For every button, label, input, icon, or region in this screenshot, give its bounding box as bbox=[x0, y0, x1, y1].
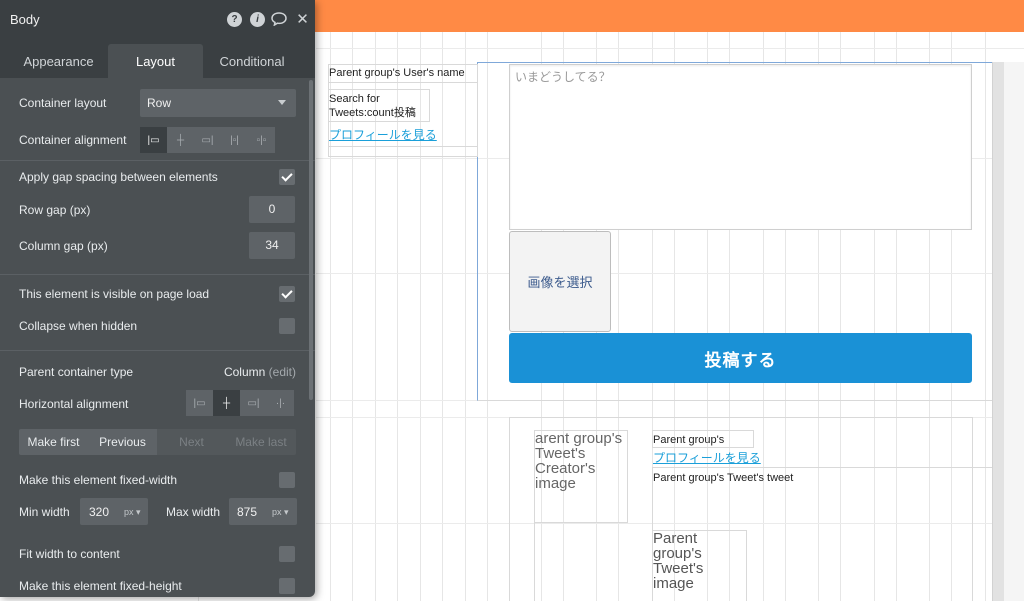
max-width-input[interactable]: 875 px ▾ bbox=[229, 498, 297, 525]
fit-width-checkbox[interactable] bbox=[279, 546, 295, 562]
horizontal-alignment-label: Horizontal alignment bbox=[19, 397, 129, 411]
tweet-input[interactable]: いまどうしてる？ bbox=[509, 64, 972, 230]
post-button-label: 投稿する bbox=[704, 350, 777, 370]
panel-scrollbar[interactable] bbox=[309, 80, 313, 400]
container-layout-dropdown[interactable]: Row bbox=[140, 89, 296, 117]
align-left-icon[interactable]: |▭ bbox=[140, 127, 167, 153]
column-gap-input[interactable]: 34 bbox=[249, 232, 295, 259]
min-width-value: 320 bbox=[89, 505, 110, 519]
panel-tabs: Appearance Layout Conditional bbox=[0, 38, 315, 78]
search-text-line2: Tweets:count投稿 bbox=[329, 107, 416, 119]
container-alignment-label: Container alignment bbox=[19, 133, 127, 147]
order-buttons-disabled: Next Make last bbox=[157, 429, 296, 455]
visible-on-load-checkbox[interactable] bbox=[279, 286, 295, 302]
min-width-input[interactable]: 320 px ▾ bbox=[80, 498, 148, 525]
collapse-hidden-checkbox[interactable] bbox=[279, 318, 295, 334]
post-button[interactable]: 投稿する bbox=[509, 333, 972, 383]
tweet-image-label: Parent group's Tweet's image bbox=[653, 530, 704, 592]
divider bbox=[534, 523, 535, 601]
user-name-text: Parent group's User's name bbox=[329, 67, 465, 79]
next-button[interactable]: Next bbox=[157, 435, 226, 449]
max-width-unit-select[interactable]: px ▾ bbox=[272, 507, 289, 518]
profile-link[interactable]: プロフィールを見る bbox=[329, 128, 437, 142]
divider bbox=[652, 467, 993, 468]
row-gap-input[interactable]: 0 bbox=[249, 196, 295, 223]
horizontal-alignment-control[interactable]: |▭ ┼ ▭| ·|· bbox=[186, 390, 294, 416]
parent-container-info: Column (edit) bbox=[224, 365, 296, 379]
chevron-down-icon bbox=[278, 100, 286, 105]
select-image-button[interactable]: 画像を選択 bbox=[509, 231, 611, 332]
section-divider bbox=[0, 274, 315, 275]
divider bbox=[328, 146, 478, 147]
halign-left-icon[interactable]: |▭ bbox=[186, 390, 213, 416]
section-divider bbox=[0, 350, 315, 351]
gap-spacing-checkbox[interactable] bbox=[279, 169, 295, 185]
max-width-unit: px bbox=[272, 507, 282, 517]
grid-line bbox=[316, 48, 1024, 49]
fit-width-label: Fit width to content bbox=[19, 547, 120, 561]
max-width-label: Max width bbox=[166, 505, 221, 519]
container-layout-label: Container layout bbox=[19, 96, 107, 110]
min-width-label: Min width bbox=[19, 505, 70, 519]
container-layout-value: Row bbox=[147, 96, 172, 110]
make-last-button[interactable]: Make last bbox=[226, 435, 296, 449]
align-right-icon[interactable]: ▭| bbox=[194, 127, 221, 153]
canvas-margin bbox=[1004, 62, 1024, 601]
tweet-text: Parent group's Tweet's tweet bbox=[653, 472, 794, 484]
comment-icon[interactable] bbox=[271, 12, 287, 27]
section-divider bbox=[0, 160, 315, 161]
info-icon[interactable]: i bbox=[250, 12, 265, 27]
panel-title: Body bbox=[10, 12, 40, 27]
container-alignment-control[interactable]: |▭ ┼ ▭| |▫| ▫|▫ bbox=[140, 127, 275, 153]
min-width-unit: px bbox=[124, 507, 134, 517]
help-icon[interactable]: ? bbox=[227, 12, 242, 27]
parent-container-value: Column bbox=[223, 365, 266, 379]
max-width-value: 875 bbox=[237, 505, 258, 519]
make-first-button[interactable]: Make first bbox=[19, 435, 88, 449]
row-gap-label: Row gap (px) bbox=[19, 203, 91, 217]
property-editor-panel[interactable]: Body ? i ✕ Appearance Layout Conditional… bbox=[0, 0, 315, 597]
fixed-height-label: Make this element fixed-height bbox=[19, 579, 182, 593]
divider bbox=[328, 82, 478, 83]
tab-conditional[interactable]: Conditional bbox=[204, 44, 300, 78]
parent-group-text: Parent group's bbox=[653, 434, 725, 446]
close-icon[interactable]: ✕ bbox=[295, 12, 310, 27]
parent-container-label: Parent container type bbox=[19, 365, 134, 379]
align-space-around-icon[interactable]: ▫|▫ bbox=[248, 127, 275, 153]
halign-center-icon[interactable]: ┼ bbox=[213, 390, 240, 416]
search-text-line1: Search for bbox=[329, 93, 380, 105]
gap-spacing-label: Apply gap spacing between elements bbox=[19, 170, 218, 184]
fixed-width-checkbox[interactable] bbox=[279, 472, 295, 488]
order-buttons-active: Make first Previous bbox=[19, 429, 157, 455]
collapse-hidden-label: Collapse when hidden bbox=[19, 319, 138, 333]
creator-image-label: arent group's Tweet's Creator's image bbox=[535, 431, 623, 492]
align-space-between-icon[interactable]: |▫| bbox=[221, 127, 248, 153]
visible-on-load-label: This element is visible on page load bbox=[19, 287, 210, 301]
tab-appearance[interactable]: Appearance bbox=[10, 44, 107, 78]
halign-stretch-icon[interactable]: ·|· bbox=[267, 390, 294, 416]
canvas-scrollbar[interactable] bbox=[992, 62, 1004, 601]
profile-link-2[interactable]: プロフィールを見る bbox=[653, 451, 761, 465]
tweet-input-placeholder: いまどうしてる？ bbox=[515, 70, 611, 84]
align-center-icon[interactable]: ┼ bbox=[167, 127, 194, 153]
panel-header[interactable]: Body ? i ✕ bbox=[0, 0, 315, 38]
fixed-width-label: Make this element fixed-width bbox=[19, 473, 178, 487]
min-width-unit-select[interactable]: px ▾ bbox=[124, 507, 141, 518]
parent-container-edit-link[interactable]: (edit) bbox=[269, 365, 296, 379]
previous-button[interactable]: Previous bbox=[88, 435, 157, 449]
halign-right-icon[interactable]: ▭| bbox=[240, 390, 267, 416]
select-image-label: 画像を選択 bbox=[527, 275, 593, 290]
tab-layout[interactable]: Layout bbox=[108, 44, 203, 78]
fixed-height-checkbox[interactable] bbox=[279, 578, 295, 594]
column-gap-label: Column gap (px) bbox=[19, 239, 108, 253]
